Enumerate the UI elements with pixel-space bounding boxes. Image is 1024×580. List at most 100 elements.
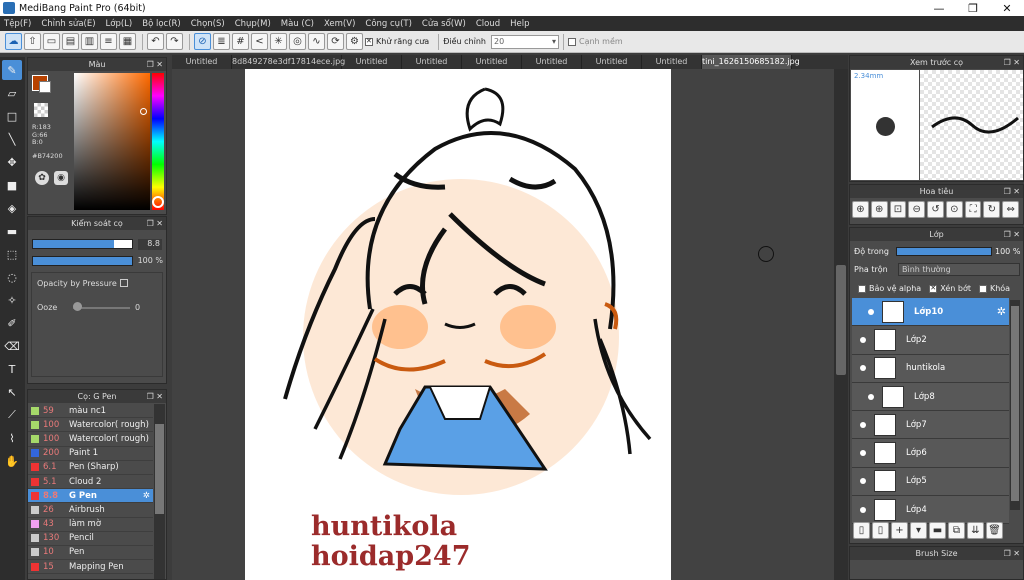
gear-icon[interactable]: ✲ — [997, 305, 1006, 318]
brush-opacity-slider[interactable] — [32, 256, 133, 266]
eraser-tool-icon[interactable]: ▱ — [2, 83, 22, 103]
canvas-paper[interactable]: huntikola hoidap247 — [245, 69, 671, 580]
menu-snap[interactable]: Chụp(M) — [235, 19, 271, 29]
vanishing-snap-icon[interactable]: < — [251, 33, 268, 50]
visibility-icon[interactable] — [860, 336, 866, 343]
color-set-icon[interactable]: ◉ — [54, 171, 68, 185]
menu-help[interactable]: Help — [510, 19, 529, 29]
delete-layer-icon[interactable]: 🗑 — [986, 522, 1003, 539]
rotate-snap-icon[interactable]: ⟳ — [327, 33, 344, 50]
tab-untitled[interactable]: Untitled — [402, 55, 462, 69]
brush-list-item[interactable]: 5.1 Cloud 2 — [28, 475, 153, 490]
canvas-vertical-scrollbar[interactable] — [834, 69, 848, 580]
settings-icon[interactable]: ⚙ — [346, 33, 363, 50]
transparent-swatch[interactable] — [34, 103, 48, 117]
fill-tool-icon[interactable]: ◈ — [2, 198, 22, 218]
close-button[interactable]: ✕ — [990, 0, 1024, 16]
layer-item[interactable]: Lớp6 — [852, 439, 1009, 468]
gradient-tool-icon[interactable]: ▬ — [2, 221, 22, 241]
sub-color-swatch[interactable] — [39, 81, 51, 93]
rotate-right-icon[interactable]: ↻ — [983, 201, 1001, 218]
brush-size-value[interactable]: 8.8 — [138, 239, 162, 250]
blend-mode-select[interactable]: Bình thường — [898, 263, 1020, 276]
visibility-icon[interactable] — [860, 365, 866, 372]
menu-filter[interactable]: Bộ lọc(R) — [142, 19, 181, 29]
palette-icon[interactable]: ✿ — [35, 171, 49, 185]
visibility-icon[interactable] — [860, 478, 866, 485]
list-icon[interactable]: ≡ — [100, 33, 117, 50]
menu-cloud[interactable]: Cloud — [476, 19, 500, 29]
soft-edge-checkbox[interactable] — [567, 37, 576, 46]
dot-tool-icon[interactable]: □ — [2, 106, 22, 126]
brush-size-slider[interactable] — [32, 239, 133, 249]
share-icon[interactable]: ⇧ — [24, 33, 41, 50]
tab-untitled[interactable]: Untitled — [342, 55, 402, 69]
magic-wand-icon[interactable]: ✧ — [2, 290, 22, 310]
speech-icon[interactable]: ▤ — [62, 33, 79, 50]
zoom-in-icon[interactable]: ⊕ — [852, 201, 869, 218]
tab-untitled[interactable]: Untitled — [172, 55, 232, 69]
select-tool-icon[interactable]: ⬚ — [2, 244, 22, 264]
protect-alpha-checkbox[interactable] — [858, 284, 866, 293]
layer-scrollbar[interactable] — [1010, 300, 1020, 510]
tab-tini[interactable]: tini_1626150685182.jpg — [702, 55, 800, 69]
gear-icon[interactable]: ✲ — [143, 491, 150, 501]
flip-icon[interactable]: ⇔ — [1002, 201, 1020, 218]
zoom-out-icon[interactable]: ⊖ — [908, 201, 926, 218]
brush-list-item[interactable]: 100 Watercolor( rough) — [28, 418, 153, 433]
brush-list-item[interactable]: 59 màu nc1 — [28, 404, 153, 419]
menu-window[interactable]: Cửa sổ(W) — [422, 19, 466, 29]
tab-untitled[interactable]: Untitled — [582, 55, 642, 69]
visibility-icon[interactable] — [868, 393, 874, 400]
tab-untitled[interactable]: Untitled — [462, 55, 522, 69]
menu-file[interactable]: Tệp(F) — [4, 19, 31, 29]
parallel-snap-icon[interactable]: ≣ — [213, 33, 230, 50]
brush-list-item[interactable]: 100 Watercolor( rough) — [28, 432, 153, 447]
clipping-checkbox[interactable] — [929, 284, 938, 293]
layer-item[interactable]: Lớp4 — [852, 496, 1009, 525]
add-layer-icon[interactable]: + — [891, 522, 908, 539]
comment-icon[interactable]: ▭ — [43, 33, 60, 50]
redo-icon[interactable]: ↷ — [166, 33, 183, 50]
hue-slider[interactable] — [152, 73, 164, 210]
radial-snap-icon[interactable]: ✳ — [270, 33, 287, 50]
curve-snap-icon[interactable]: ∿ — [308, 33, 325, 50]
lock-checkbox[interactable] — [978, 284, 987, 293]
fit-icon[interactable]: ⊡ — [889, 201, 907, 218]
merge-icon[interactable]: ⇊ — [967, 522, 984, 539]
cloud-icon[interactable]: ☁ — [5, 33, 22, 50]
layer-menu-icon[interactable]: ▾ — [910, 522, 927, 539]
menu-view[interactable]: Xem(V) — [324, 19, 355, 29]
menu-layer[interactable]: Lớp(L) — [106, 19, 133, 29]
maximize-button[interactable]: ❐ — [956, 0, 990, 16]
layer-item[interactable]: Lớp5 — [852, 467, 1009, 497]
cross-snap-icon[interactable]: # — [232, 33, 249, 50]
select-eraser-icon[interactable]: ⌫ — [2, 336, 22, 356]
layer-item[interactable]: huntikola — [852, 354, 1009, 383]
rotate-reset-icon[interactable]: ⊙ — [945, 201, 963, 218]
snap-off-icon[interactable]: ⊘ — [194, 33, 211, 50]
brush-list-item[interactable]: 43 làm mờ — [28, 518, 153, 532]
visibility-icon[interactable] — [868, 308, 874, 315]
brush-list-item[interactable]: 130 Pencil — [28, 532, 153, 546]
operation-tool-icon[interactable]: ↖ — [2, 382, 22, 402]
folder-icon[interactable]: ▬ — [929, 522, 946, 539]
saturation-value-picker[interactable] — [74, 73, 150, 210]
grid-icon[interactable]: ▦ — [119, 33, 136, 50]
correction-select[interactable]: 20 — [490, 34, 559, 49]
brush-list-item[interactable]: 15 Mapping Pen — [28, 560, 153, 575]
visibility-icon[interactable] — [860, 450, 866, 457]
layer-item[interactable]: Lớp2 — [852, 326, 1009, 355]
brush-list-item[interactable]: 8.8 G Pen ✲ — [28, 489, 153, 504]
text-tool-icon[interactable]: T — [2, 359, 22, 379]
circle-snap-icon[interactable]: ◎ — [289, 33, 306, 50]
move-tool-icon[interactable]: ✥ — [2, 152, 22, 172]
ooze-handle[interactable] — [73, 302, 82, 311]
tab-untitled[interactable]: Untitled — [522, 55, 582, 69]
antialias-checkbox[interactable] — [365, 37, 373, 46]
eyedropper-icon[interactable]: ⌇ — [2, 428, 22, 448]
brush-list-item[interactable]: 26 Airbrush — [28, 503, 153, 518]
hand-tool-icon[interactable]: ✋ — [2, 451, 22, 471]
fullscreen-icon[interactable]: ⛶ — [964, 201, 982, 218]
opacity-pressure-checkbox[interactable] — [120, 279, 128, 287]
